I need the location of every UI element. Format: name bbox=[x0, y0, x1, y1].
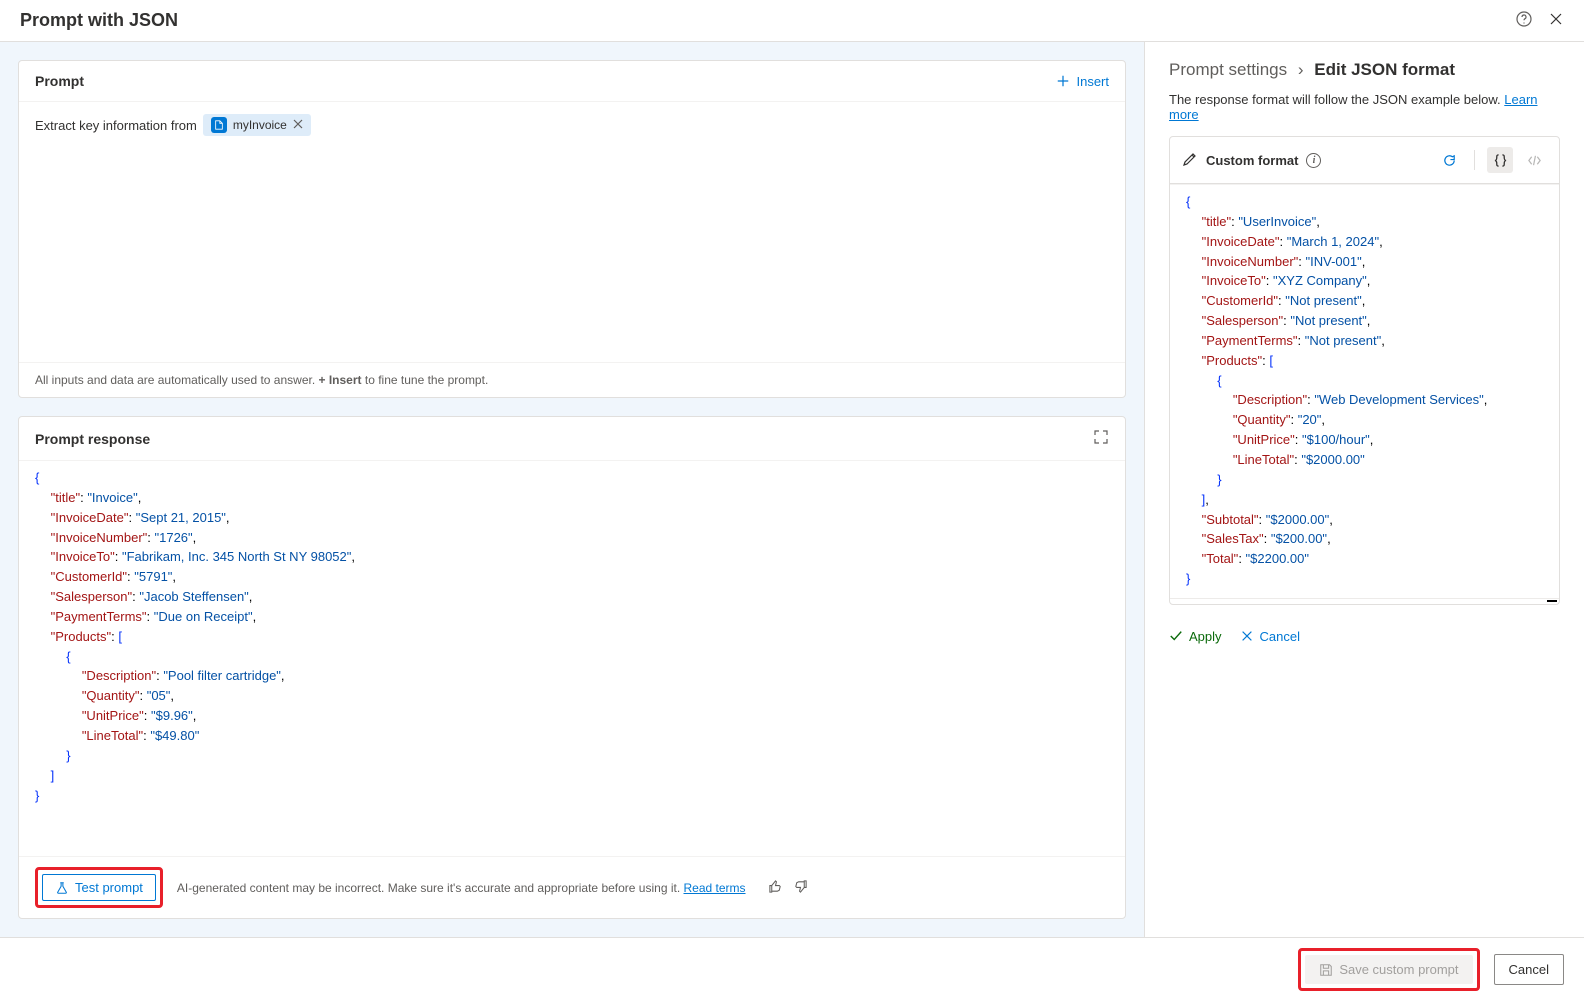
code-view-button bbox=[1521, 147, 1547, 173]
prompt-panel: Prompt Insert Extract key information fr… bbox=[18, 60, 1126, 398]
disclaimer-text: AI-generated content may be incorrect. M… bbox=[177, 881, 746, 895]
breadcrumb-leaf: Edit JSON format bbox=[1314, 60, 1455, 79]
save-highlight: Save custom prompt bbox=[1298, 948, 1479, 991]
topbar: Prompt with JSON bbox=[0, 0, 1584, 42]
custom-format-json[interactable]: { "title": "UserInvoice", "InvoiceDate":… bbox=[1170, 184, 1559, 598]
variable-chip[interactable]: myInvoice bbox=[203, 114, 311, 136]
resize-handle[interactable] bbox=[1170, 598, 1559, 604]
test-prompt-button[interactable]: Test prompt bbox=[42, 874, 156, 901]
custom-format-box: Custom format i { "title": "User bbox=[1169, 136, 1560, 605]
cancel-button[interactable]: Cancel bbox=[1494, 954, 1564, 985]
insert-button[interactable]: Insert bbox=[1056, 74, 1109, 89]
insert-label: Insert bbox=[1076, 74, 1109, 89]
chip-label: myInvoice bbox=[233, 118, 287, 132]
page-title: Prompt with JSON bbox=[20, 10, 178, 31]
settings-panel: Prompt settings › Edit JSON format The r… bbox=[1144, 42, 1584, 937]
prompt-section-title: Prompt bbox=[35, 73, 84, 89]
breadcrumb-root[interactable]: Prompt settings bbox=[1169, 60, 1287, 79]
thumbs-down-icon[interactable] bbox=[793, 879, 808, 897]
chevron-right-icon: › bbox=[1298, 60, 1304, 79]
prompt-text: Extract key information from bbox=[35, 118, 197, 133]
braces-view-button[interactable] bbox=[1487, 147, 1513, 173]
response-json: { "title": "Invoice", "InvoiceDate": "Se… bbox=[19, 460, 1125, 856]
prompt-input-area[interactable]: Extract key information from myInvoice bbox=[19, 102, 1125, 362]
custom-format-title: Custom format bbox=[1206, 153, 1298, 168]
document-icon bbox=[211, 117, 227, 133]
info-icon[interactable]: i bbox=[1306, 153, 1321, 168]
reset-icon[interactable] bbox=[1436, 147, 1462, 173]
save-custom-prompt-button: Save custom prompt bbox=[1305, 955, 1472, 984]
test-prompt-highlight: Test prompt bbox=[35, 867, 163, 908]
apply-button[interactable]: Apply bbox=[1169, 629, 1222, 644]
settings-description: The response format will follow the JSON… bbox=[1145, 86, 1584, 136]
response-section-title: Prompt response bbox=[35, 431, 150, 447]
breadcrumb: Prompt settings › Edit JSON format bbox=[1169, 60, 1560, 80]
response-panel: Prompt response { "title": "Invoice", "I… bbox=[18, 416, 1126, 919]
settings-cancel-button[interactable]: Cancel bbox=[1240, 629, 1300, 644]
pen-icon bbox=[1182, 151, 1198, 170]
help-icon[interactable] bbox=[1516, 11, 1532, 30]
read-terms-link[interactable]: Read terms bbox=[684, 881, 746, 895]
thumbs-up-icon[interactable] bbox=[768, 879, 783, 897]
prompt-hint: All inputs and data are automatically us… bbox=[19, 362, 1125, 397]
chip-remove-icon[interactable] bbox=[293, 118, 303, 132]
close-icon[interactable] bbox=[1548, 11, 1564, 30]
bottombar: Save custom prompt Cancel bbox=[0, 937, 1584, 1001]
expand-icon[interactable] bbox=[1093, 429, 1109, 448]
